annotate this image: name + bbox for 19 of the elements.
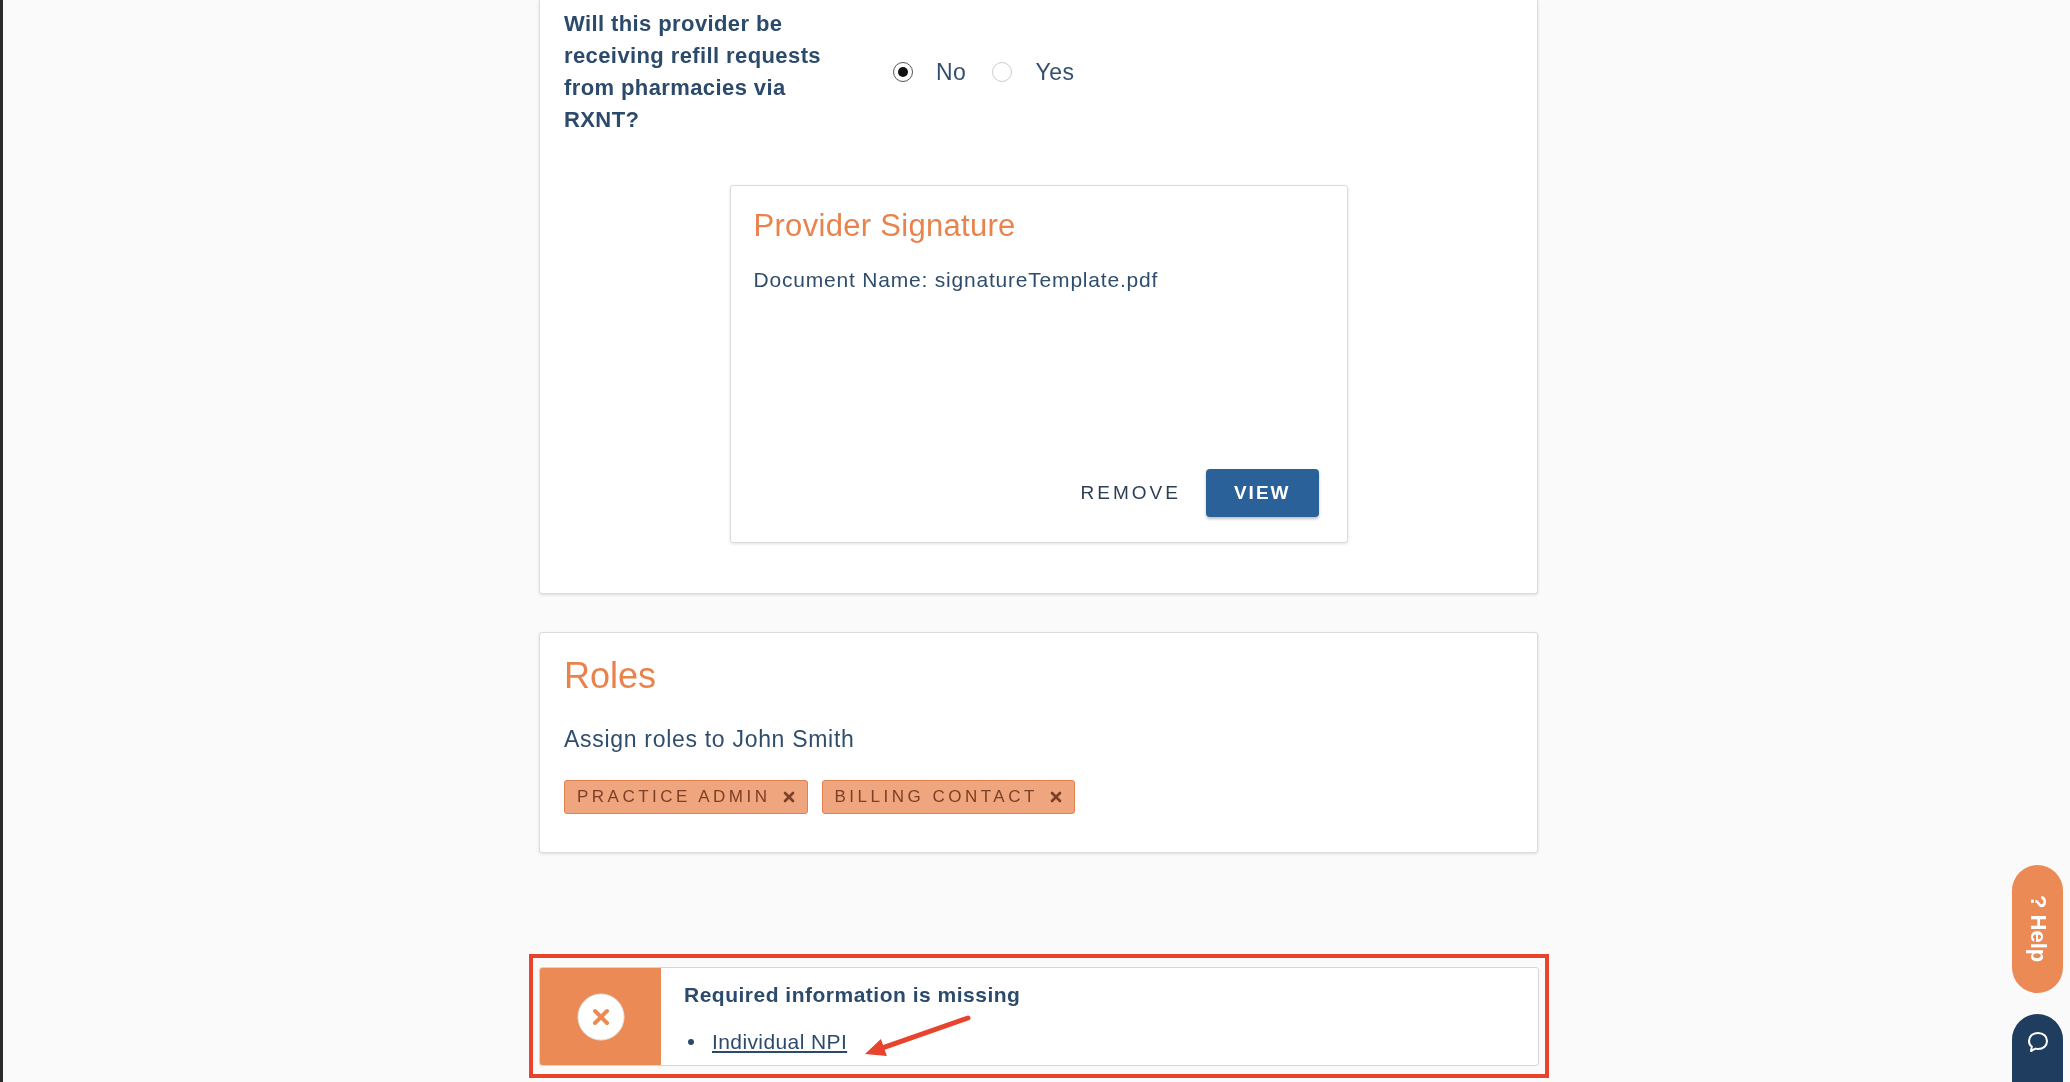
radio-button[interactable] — [893, 62, 913, 82]
banner-title: Required information is missing — [684, 983, 1021, 1007]
roles-description: Assign roles to John Smith — [564, 725, 856, 753]
section-title: Roles — [564, 655, 658, 697]
remove-icon[interactable] — [1049, 791, 1062, 803]
bullet-icon — [688, 1039, 694, 1045]
question-text: Will this provider be receiving refill requests from pharmacies via RXNT? — [564, 10, 822, 134]
card-title: Provider Signature — [753, 207, 1017, 245]
view-button[interactable]: VIEW — [1205, 469, 1319, 517]
role-label: PRACTICE ADMIN — [577, 787, 771, 807]
remove-button[interactable]: REMOVE — [1080, 482, 1181, 504]
missing-field-link[interactable]: Individual NPI — [712, 1030, 848, 1054]
document-name: Document Name: signatureTemplate.pdf — [753, 267, 1160, 293]
role-label: BILLING CONTACT — [834, 787, 1038, 807]
radio-label[interactable]: No — [936, 58, 967, 86]
remove-icon[interactable] — [782, 791, 795, 803]
radio-label[interactable]: Yes — [1035, 58, 1075, 86]
chat-icon — [2025, 1030, 2050, 1054]
error-icon — [576, 992, 625, 1041]
